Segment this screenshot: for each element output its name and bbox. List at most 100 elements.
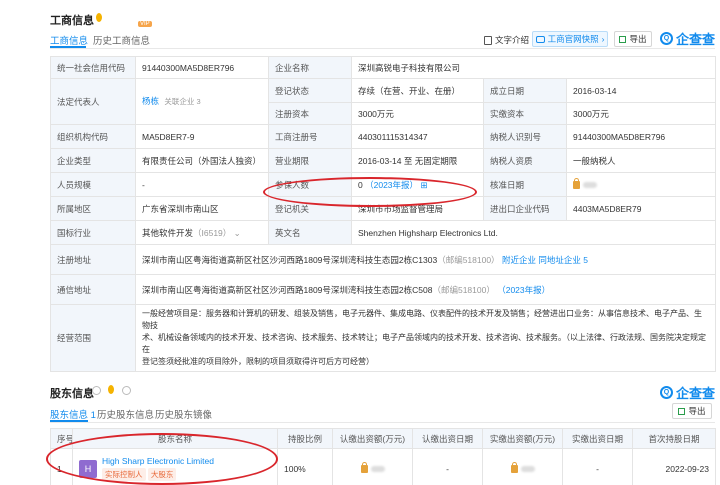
industry-code: （I6519） [193, 227, 232, 238]
label-import-code: 进出口企业代码 [483, 196, 567, 221]
tag-major-shareholder: 大股东 [147, 468, 177, 481]
bulb-icon [108, 385, 114, 394]
label-insured: 参保人数 [268, 172, 352, 197]
qichacha-logo: Q 企查查 [660, 383, 715, 402]
export-label: 导出 [688, 406, 706, 416]
label-reg-addr: 注册地址 [50, 244, 136, 275]
value-reg-no: 440301115314347 [351, 124, 484, 149]
col-header-no: 序号 [50, 428, 73, 449]
col-header-sub-amount: 认缴出资额(万元) [332, 428, 413, 449]
logo-text: 企查查 [676, 386, 716, 401]
logo-text: 企查查 [676, 32, 716, 47]
section-title-business: 工商信息 [50, 15, 94, 27]
qichacha-logo: Q 企查查 [660, 29, 715, 48]
label-region: 所属地区 [50, 196, 136, 221]
label-check-date: 核准日期 [483, 172, 567, 197]
shareholder-cell: H High Sharp Electronic Limited 实际控制人 大股… [72, 448, 278, 485]
value-paid-capital: 3000万元 [565, 102, 717, 125]
col-header-name: 股东名称 [72, 428, 278, 449]
shareholders-export-button[interactable]: 导出 [672, 403, 712, 419]
label-industry: 国标行业 [50, 220, 136, 245]
tab-history-shareholders[interactable]: 历史股东信息 [97, 407, 154, 421]
value-industry[interactable]: 其他软件开发（I6519） ⌄ [135, 220, 269, 245]
label-credit-code: 统一社会信用代码 [50, 56, 136, 79]
value-paid-amount[interactable] [482, 448, 563, 485]
label-org-code: 组织机构代码 [50, 124, 136, 149]
tab-shareholders[interactable]: 股东信息 1 [50, 407, 96, 421]
shareholders-table: 序号 股东名称 持股比例 认缴出资额(万元) 认缴出资日期 实缴出资额(万元) … [50, 428, 716, 485]
lock-icon [360, 462, 368, 474]
label-company-name: 企业名称 [268, 56, 352, 79]
label-staff-size: 人员规模 [50, 172, 136, 197]
value-paid-date: - [562, 448, 633, 485]
text-intro-button[interactable]: 文字介绍 [484, 34, 529, 46]
export-icon [619, 35, 627, 43]
value-org-code: MA5D8ER7-9 [135, 124, 269, 149]
col-header-ratio: 持股比例 [277, 428, 333, 449]
col-header-paid-amount: 实缴出资额(万元) [482, 428, 563, 449]
express-label: 工商官网快照 [547, 34, 599, 44]
doc-icon [484, 35, 492, 45]
tag-controller: 实际控制人 [102, 468, 146, 481]
value-insured: 0 （2023年报） ⊞ [351, 172, 484, 197]
value-import-code: 4403MA5D8ER79 [565, 196, 717, 221]
settings-icon[interactable] [122, 386, 131, 395]
legal-rep-link[interactable]: 杨栋 [142, 96, 159, 106]
insured-report-link[interactable]: （2023年报） [365, 180, 418, 190]
export-icon [678, 407, 686, 415]
reg-addr-text: 深圳市南山区粤海街道高新区社区沙河西路1809号深圳湾科技生态园2栋C1303 [142, 254, 438, 265]
export-button[interactable]: 导出 [614, 31, 652, 47]
label-reg-status: 登记状态 [268, 78, 352, 103]
value-reg-authority: 深圳市市场监督管理局 [351, 196, 484, 221]
tab-shareholder-mirror[interactable]: 历史股东镜像 [155, 407, 212, 421]
chevron-right-icon: › [601, 34, 605, 44]
label-taxpayer-qual: 纳税人资质 [483, 148, 567, 173]
tab-history-business[interactable]: 历史工商信息 [93, 33, 150, 47]
chart-icon[interactable]: ⊞ [420, 180, 427, 190]
value-reg-status: 存续（在营、开业、在册） [351, 78, 484, 103]
nearby-companies-link[interactable]: 附近企业 [502, 255, 536, 265]
scope-line: 登记签须经批准的项目除外，限制的项目须取得许可后方可经营） [142, 357, 374, 366]
value-scope: 一般经营项目是：服务器和计算机的研发、组装及销售，电子元器件、集成电路、仪表配件… [134, 304, 717, 372]
camera-icon [535, 35, 545, 43]
value-company-name: 深圳高锐电子科技有限公司 [350, 56, 717, 79]
value-reg-capital: 3000万元 [351, 102, 484, 125]
scope-line: 一般经营项目是：服务器和计算机的研发、组装及销售，电子元器件、集成电路、仪表配件… [142, 309, 702, 330]
info-icon[interactable] [92, 386, 101, 395]
business-info-table: 统一社会信用代码 91440300MA5D8ER796 企业名称 深圳高锐电子科… [50, 56, 717, 372]
row-no: 1 [50, 448, 73, 485]
shareholder-name-link[interactable]: High Sharp Electronic Limited [102, 456, 214, 466]
mail-addr-report-link[interactable]: （2023年报） [497, 285, 550, 295]
value-reg-addr: 深圳市南山区粤海街道高新区社区沙河西路1809号深圳湾科技生态园2栋C1303（… [134, 244, 717, 275]
related-companies-tag[interactable]: 关联企业 3 [161, 95, 203, 108]
text-intro-label: 文字介绍 [495, 35, 530, 45]
export-label: 导出 [629, 34, 647, 44]
value-taxpayer-qual: 一般纳税人 [565, 148, 717, 173]
value-sub-date: - [412, 448, 483, 485]
logo-icon: Q [660, 386, 673, 399]
label-est-date: 成立日期 [483, 78, 567, 103]
mail-addr-text: 深圳市南山区粤海街道高新区社区沙河西路1809号深圳湾科技生态园2栋C508 [142, 284, 433, 295]
col-header-first-date: 首次持股日期 [632, 428, 716, 449]
value-sub-amount[interactable] [332, 448, 413, 485]
label-taxpayer-id: 纳税人识别号 [483, 124, 567, 149]
same-address-link[interactable]: 同地址企业 5 [538, 255, 588, 265]
value-credit-code: 91440300MA5D8ER796 [135, 56, 269, 79]
tab-business-info[interactable]: 工商信息 [50, 33, 88, 47]
value-ratio: 100% [277, 448, 333, 485]
divider [50, 422, 715, 423]
reg-addr-zip: （邮编518100） [437, 254, 500, 265]
express-snapshot-button[interactable]: 工商官网快照 › [532, 31, 608, 47]
chevron-down-icon: ⌄ [233, 227, 241, 238]
lock-icon [510, 462, 518, 474]
value-en-name: Shenzhen Highsharp Electronics Ltd. [350, 220, 717, 245]
value-check-date[interactable] [565, 172, 717, 197]
value-region: 广东省深圳市南山区 [135, 196, 269, 221]
value-staff-size: - [135, 172, 269, 197]
blurred-value [370, 466, 385, 473]
label-reg-no: 工商注册号 [268, 124, 352, 149]
label-legal-rep: 法定代表人 [50, 78, 136, 125]
industry-name: 其他软件开发 [142, 227, 194, 238]
scope-line: 术、机械设备领域内的技术开发、技术咨询、技术服务、技术转让；电子产品领域内的技术… [142, 333, 706, 354]
label-reg-authority: 登记机关 [268, 196, 352, 221]
